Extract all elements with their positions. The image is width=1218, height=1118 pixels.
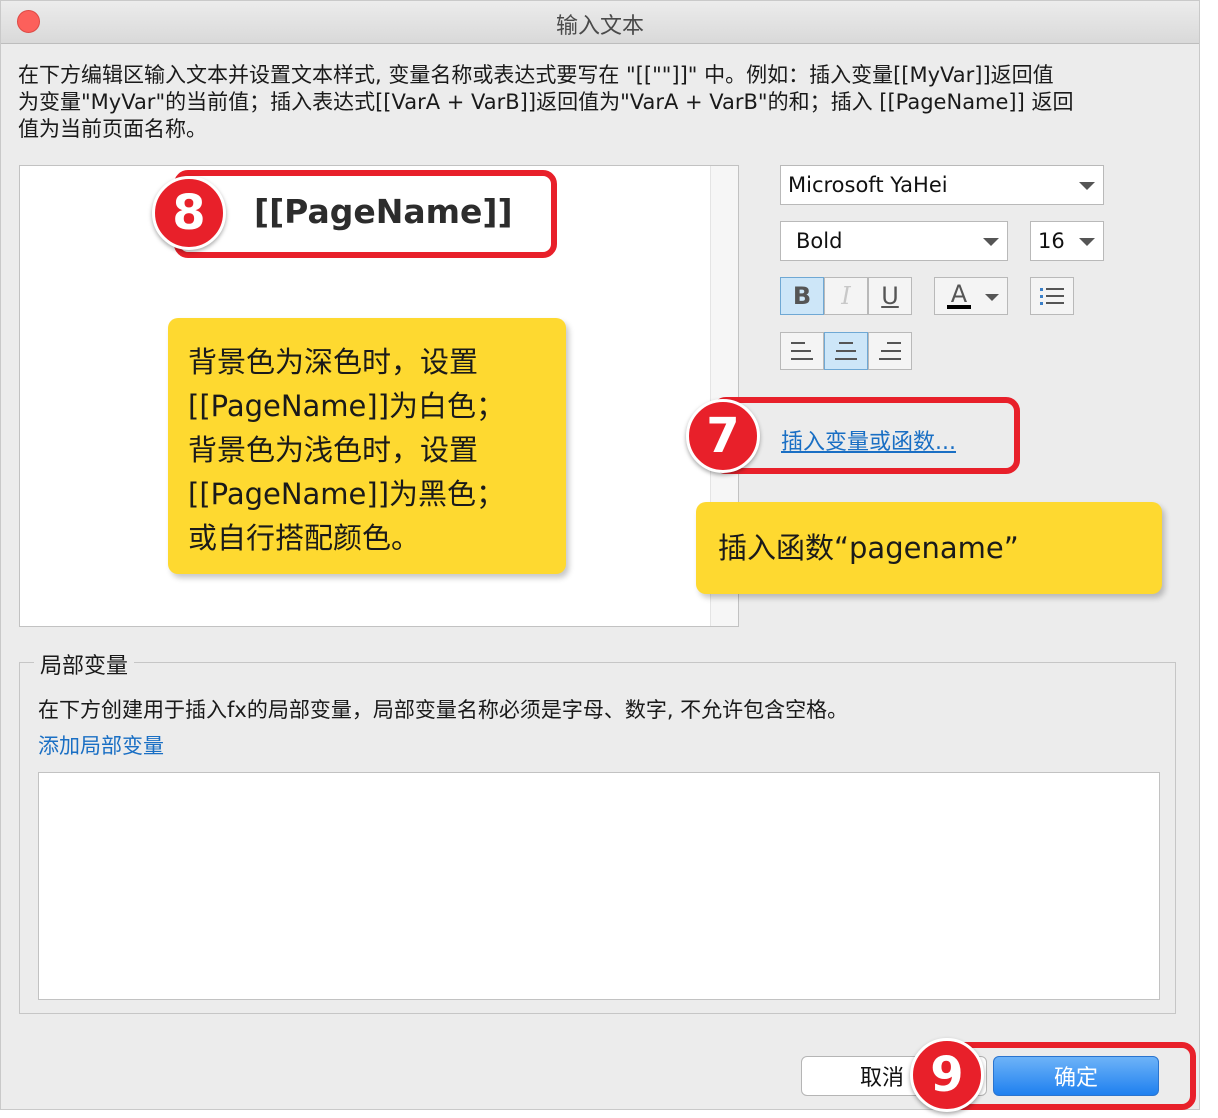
callout-tip-8-line: 背景色为深色时，设置 bbox=[188, 345, 479, 379]
instructions-line-1: 在下方编辑区输入文本并设置文本样式, 变量名称或表达式要写在 "[[""]]" … bbox=[18, 63, 1054, 87]
align-center-icon bbox=[835, 342, 857, 360]
underline-button[interactable]: U bbox=[868, 277, 912, 315]
font-family-select[interactable]: Microsoft YaHei bbox=[780, 165, 1104, 205]
annotation-badge-7: 7 bbox=[686, 399, 760, 473]
align-right-button[interactable] bbox=[868, 332, 912, 370]
font-family-value: Microsoft YaHei bbox=[788, 173, 948, 197]
instructions-line-2: 为变量"MyVar"的当前值；插入表达式[[VarA + VarB]]返回值为"… bbox=[18, 90, 1074, 114]
text-color-swatch bbox=[947, 305, 971, 309]
chevron-down-icon bbox=[1079, 182, 1095, 190]
italic-icon: I bbox=[841, 282, 851, 310]
text-color-icon: A bbox=[947, 280, 971, 309]
callout-tip-7-text: 插入函数“pagename” bbox=[718, 531, 1019, 565]
window-title: 输入文本 bbox=[555, 14, 644, 39]
callout-tip-8: 背景色为深色时，设置 [[PageName]]为白色； 背景色为浅色时，设置 [… bbox=[168, 318, 566, 574]
local-variables-description: 在下方创建用于插入fx的局部变量，局部变量名称必须是字母、数字, 不允许包含空格… bbox=[38, 698, 849, 722]
bullet-list-icon bbox=[1040, 288, 1064, 305]
align-right-icon bbox=[879, 342, 901, 360]
font-weight-select[interactable]: Bold bbox=[780, 221, 1008, 261]
callout-tip-8-line: [[PageName]]为白色； bbox=[188, 389, 506, 423]
local-variables-list[interactable] bbox=[38, 772, 1160, 1000]
align-center-button[interactable] bbox=[824, 332, 868, 370]
add-local-variable-link[interactable]: 添加局部变量 bbox=[38, 730, 164, 760]
italic-button[interactable]: I bbox=[824, 277, 868, 315]
local-variables-legend: 局部变量 bbox=[34, 648, 135, 680]
callout-tip-8-line: [[PageName]]为黑色； bbox=[188, 477, 506, 511]
bullet-list-button[interactable] bbox=[1030, 277, 1074, 315]
bold-icon: B bbox=[792, 282, 812, 310]
instructions-text: 在下方编辑区输入文本并设置文本样式, 变量名称或表达式要写在 "[[""]]" … bbox=[18, 62, 1186, 143]
chevron-down-icon bbox=[983, 238, 999, 246]
instructions-line-3: 值为当前页面名称。 bbox=[18, 117, 207, 141]
callout-tip-8-line: 或自行搭配颜色。 bbox=[188, 521, 421, 555]
text-color-button[interactable]: A bbox=[934, 277, 1008, 315]
chevron-down-icon bbox=[985, 294, 999, 301]
annotation-box-8 bbox=[174, 170, 557, 258]
chevron-down-icon bbox=[1079, 238, 1095, 246]
cancel-button-label: 取消 bbox=[859, 1066, 904, 1091]
font-size-select[interactable]: 16 bbox=[1030, 221, 1104, 261]
text-color-letter: A bbox=[950, 280, 968, 308]
annotation-badge-8: 8 bbox=[152, 176, 226, 250]
bold-button[interactable]: B bbox=[780, 277, 824, 315]
callout-tip-7: 插入函数“pagename” bbox=[696, 502, 1162, 594]
underline-icon: U bbox=[881, 282, 899, 310]
callout-tip-8-line: 背景色为浅色时，设置 bbox=[188, 433, 479, 467]
font-weight-value: Bold bbox=[796, 229, 843, 253]
font-size-value: 16 bbox=[1038, 229, 1065, 253]
align-left-button[interactable] bbox=[780, 332, 824, 370]
title-bar[interactable]: 输入文本 bbox=[1, 1, 1199, 44]
align-left-icon bbox=[791, 342, 813, 360]
annotation-badge-9: 9 bbox=[910, 1038, 984, 1112]
